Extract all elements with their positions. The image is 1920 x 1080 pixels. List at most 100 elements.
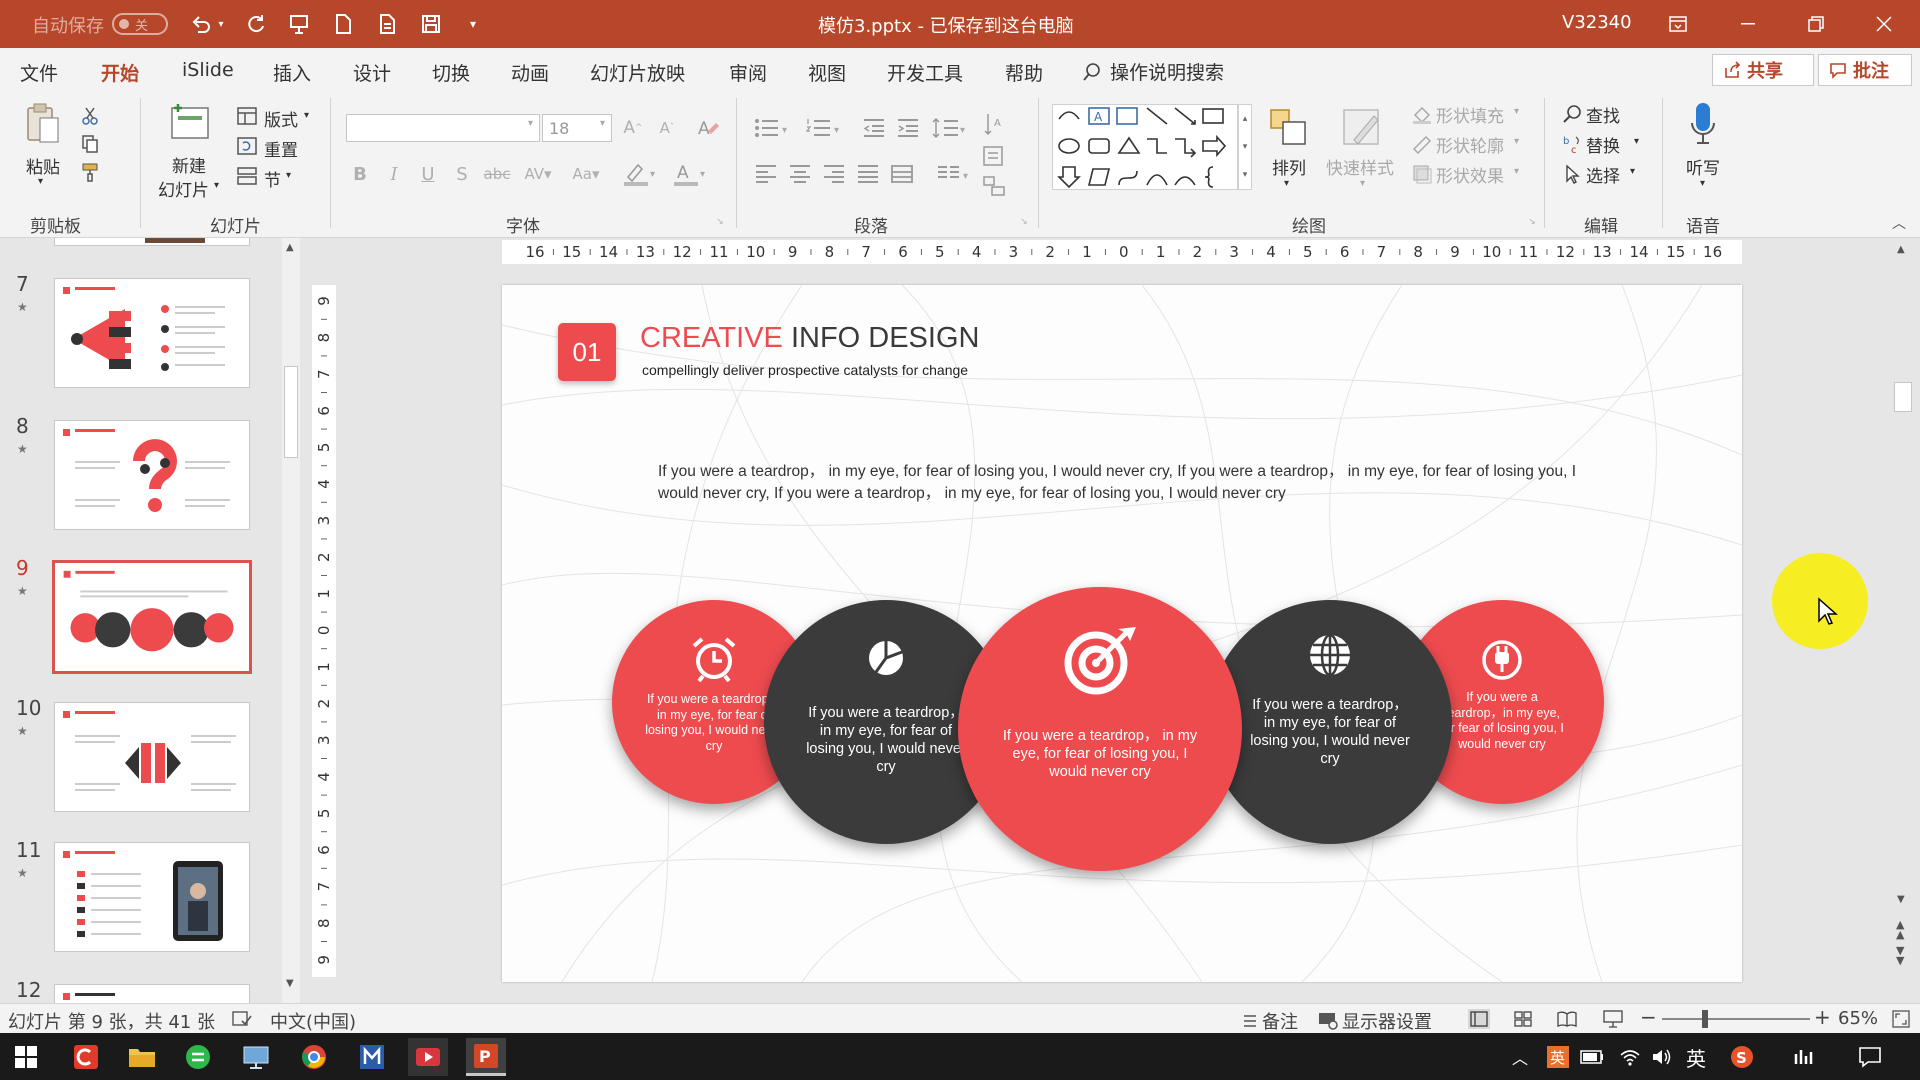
tab-view[interactable]: 视图 [808, 59, 846, 86]
dictate-dropdown-icon[interactable]: ▾ [1700, 178, 1705, 189]
save-icon[interactable] [418, 11, 444, 37]
undo-icon[interactable] [188, 11, 214, 37]
shape-outline-dropdown-icon[interactable]: ▾ [1514, 136, 1519, 147]
slide-canvas[interactable]: 01 CREATIVE INFO DESIGN compellingly del… [502, 285, 1742, 982]
layout-icon[interactable] [236, 106, 258, 126]
new-slide-dropdown-icon[interactable]: ▾ [214, 180, 219, 191]
zoom-level[interactable]: 65% [1838, 1008, 1878, 1029]
zoom-out-icon[interactable]: − [1640, 1005, 1657, 1029]
reset-label[interactable]: 重置 [264, 136, 298, 161]
replace-label[interactable]: 替换 [1586, 132, 1620, 157]
columns-icon[interactable]: ▾ [934, 160, 974, 188]
find-icon[interactable] [1560, 102, 1584, 126]
zoom-slider[interactable] [1662, 1018, 1810, 1020]
decrease-indent-icon[interactable] [860, 114, 888, 142]
horizontal-ruler[interactable]: 16 15 14 13 12 11 10 9 8 7 6 5 4 3 2 1 0 1 2 3 4 5 6 7 8 9 10 11 12 1… [502, 240, 1742, 264]
tab-design[interactable]: 设计 [353, 59, 391, 86]
slide-vertical-scrollbar[interactable]: ▲ ▼ ▲ ▲ ▼ ▼ [1892, 238, 1914, 1003]
clear-formatting-icon[interactable]: A [694, 114, 722, 142]
new-slide-icon[interactable] [168, 100, 212, 142]
share-button[interactable]: 共享 [1712, 54, 1814, 86]
normal-view-icon[interactable] [1468, 1009, 1490, 1029]
align-right-icon[interactable] [820, 160, 848, 188]
underline-icon[interactable]: U [416, 160, 440, 188]
select-label[interactable]: 选择 [1586, 162, 1620, 187]
language-status[interactable]: 中文(中国) [270, 1008, 356, 1034]
copy-icon[interactable] [78, 132, 102, 156]
new-file-icon[interactable] [330, 11, 356, 37]
shape-effects-label[interactable]: 形状效果 [1436, 162, 1504, 187]
increase-font-icon[interactable]: A ^ [620, 114, 646, 142]
ribbon-display-icon[interactable] [1650, 0, 1706, 48]
tab-insert[interactable]: 插入 [273, 59, 311, 86]
spellcheck-icon[interactable] [232, 1010, 252, 1028]
input-language-indicator[interactable]: 英 [1676, 1038, 1716, 1076]
change-case-icon[interactable]: Aa▾ [566, 160, 606, 188]
green-app-icon[interactable] [178, 1038, 218, 1076]
font-name-combo[interactable] [346, 114, 540, 142]
scroll-up-icon[interactable]: ▲ [286, 242, 294, 253]
display-settings-button[interactable]: 显示器设置 [1318, 1008, 1432, 1034]
convert-smartart-icon[interactable] [980, 172, 1010, 200]
dictate-label[interactable]: 听写 [1686, 154, 1720, 179]
shape-fill-icon[interactable] [1410, 102, 1434, 126]
find-label[interactable]: 查找 [1586, 102, 1620, 127]
font-color-icon[interactable]: A ▾ [670, 160, 710, 188]
slide-title[interactable]: CREATIVE INFO DESIGN [640, 322, 979, 355]
quick-styles-icon[interactable] [1338, 104, 1386, 152]
select-icon[interactable] [1560, 162, 1584, 186]
bullets-icon[interactable]: ▾ [752, 114, 792, 142]
paste-icon[interactable] [22, 102, 62, 146]
text-direction-icon[interactable]: A [980, 110, 1010, 140]
cut-icon[interactable] [78, 104, 102, 128]
scroll-down-icon[interactable]: ▼ [1897, 894, 1905, 905]
italic-icon[interactable]: I [382, 160, 406, 188]
fit-to-window-icon[interactable] [1892, 1010, 1910, 1028]
red-app-icon[interactable] [66, 1038, 106, 1076]
slide-subtitle[interactable]: compellingly deliver prospective catalys… [642, 362, 968, 378]
tab-islide[interactable]: iSlide [182, 59, 234, 81]
shapes-gallery[interactable]: A [1052, 104, 1238, 190]
scroll-up-icon[interactable]: ▲ [1897, 244, 1905, 255]
character-spacing-icon[interactable]: AV▾ [518, 160, 558, 188]
tab-transitions[interactable]: 切换 [432, 59, 470, 86]
collapse-ribbon-icon[interactable]: ︿ [1890, 214, 1908, 232]
slide-thumbnail-8[interactable] [54, 420, 250, 530]
font-name-dropdown-icon[interactable]: ▾ [528, 118, 533, 129]
tab-slideshow[interactable]: 幻灯片放映 [590, 59, 685, 86]
previous-slide-icon[interactable]: ▲ ▲ [1896, 919, 1904, 940]
format-painter-icon[interactable] [78, 160, 102, 184]
tab-developer[interactable]: 开发工具 [887, 59, 963, 86]
thumb-partial-top[interactable] [54, 238, 250, 246]
slide-scroll-thumb[interactable] [1894, 382, 1912, 412]
shapes-gallery-scroll[interactable]: ▴ ▾ ▾ [1238, 104, 1252, 190]
decrease-font-icon[interactable]: Aˇ [654, 114, 680, 142]
next-slide-icon[interactable]: ▼ ▼ [1896, 945, 1904, 966]
slide-thumbnail-11[interactable] [54, 842, 250, 952]
arrange-icon[interactable] [1266, 104, 1312, 152]
paste-label[interactable]: 粘贴 [26, 153, 60, 178]
arrange-dropdown-icon[interactable]: ▾ [1284, 178, 1289, 189]
sogou-ime-icon[interactable]: S [1722, 1038, 1762, 1076]
new-slide-label-2[interactable]: 幻灯片 [158, 176, 209, 201]
font-dialog-launcher-icon[interactable]: ↘ [714, 216, 726, 228]
tell-me-search[interactable]: 操作说明搜索 [1082, 58, 1224, 85]
redo-icon[interactable] [243, 11, 269, 37]
numbering-icon[interactable]: ▾ [804, 114, 844, 142]
show-desktop-app-icon[interactable] [1784, 1038, 1824, 1076]
section-icon[interactable] [236, 166, 258, 186]
zoom-in-icon[interactable]: + [1814, 1005, 1831, 1029]
justify-icon[interactable] [854, 160, 882, 188]
align-center-icon[interactable] [786, 160, 814, 188]
tab-help[interactable]: 帮助 [1005, 59, 1043, 86]
section-number-badge[interactable]: 01 [558, 323, 616, 381]
increase-indent-icon[interactable] [894, 114, 922, 142]
customize-toolbar-icon[interactable]: ▾ [460, 11, 486, 37]
tab-home[interactable]: 开始 [101, 59, 140, 95]
shape-effects-dropdown-icon[interactable]: ▾ [1514, 166, 1519, 177]
highlight-color-icon[interactable]: ▾ [620, 160, 660, 188]
slide-counter[interactable]: 幻灯片 第 9 张，共 41 张 [8, 1008, 215, 1034]
chrome-icon[interactable] [294, 1038, 334, 1076]
distributed-icon[interactable] [888, 160, 916, 188]
select-dropdown-icon[interactable]: ▾ [1630, 166, 1635, 177]
